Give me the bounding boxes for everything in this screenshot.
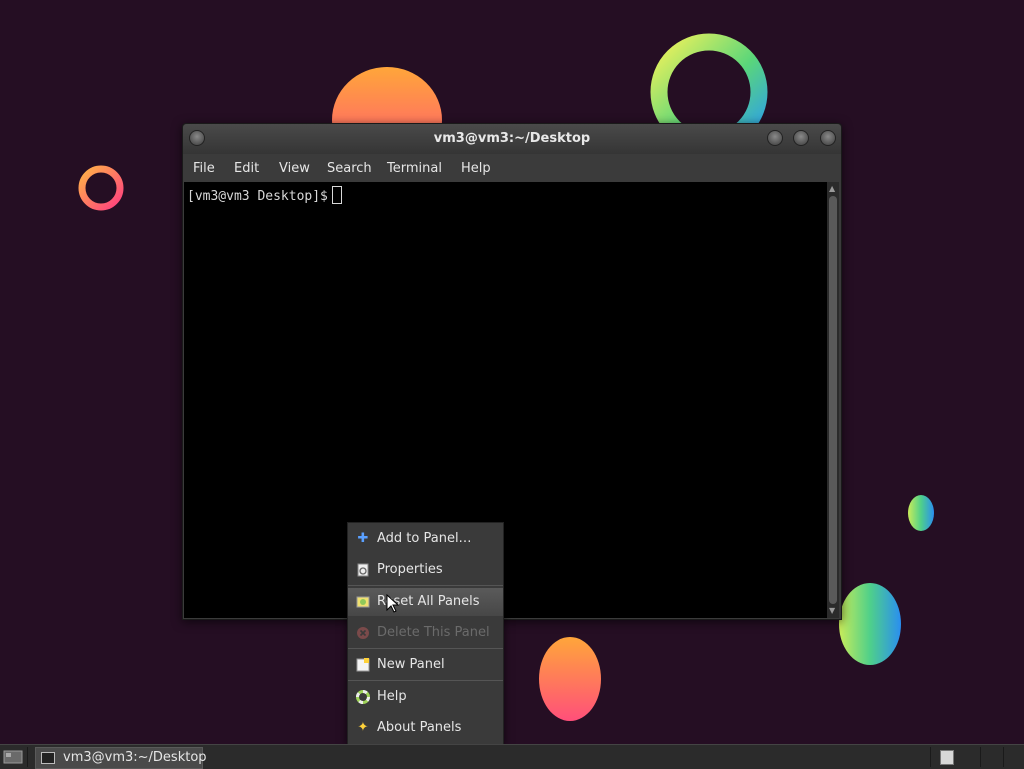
terminal-prompt: [vm3@vm3 Desktop]$ [187, 186, 342, 204]
small-blob-shape [908, 495, 934, 531]
menu-item-label: Delete This Panel [377, 625, 490, 640]
menu-view[interactable]: View [279, 161, 310, 176]
menu-item-add-to-panel[interactable]: ✚ Add to Panel… [348, 525, 503, 553]
menu-separator [348, 680, 503, 681]
menu-item-label: About Panels [377, 720, 462, 735]
close-button[interactable] [820, 130, 836, 146]
terminal-icon [41, 752, 55, 764]
prompt-text: [vm3@vm3 Desktop]$ [187, 189, 328, 204]
menu-item-help[interactable]: Help [348, 683, 503, 711]
text-cursor [331, 186, 342, 204]
new-panel-icon [356, 658, 370, 672]
workspace-switcher-icon[interactable] [940, 750, 954, 765]
scroll-up-arrow-icon[interactable]: ▲ [829, 184, 835, 193]
reset-panels-icon [356, 595, 370, 609]
menu-separator [348, 585, 503, 586]
small-ring-shape [78, 165, 124, 211]
menu-item-label: Add to Panel… [377, 531, 472, 546]
maximize-button[interactable] [793, 130, 809, 146]
menu-help[interactable]: Help [461, 161, 491, 176]
menu-item-label: Help [377, 689, 407, 704]
scroll-down-arrow-icon[interactable]: ▼ [829, 606, 835, 615]
menu-terminal[interactable]: Terminal [387, 161, 442, 176]
panel-context-menu: ✚ Add to Panel… Properties Reset All Pan… [347, 522, 504, 745]
taskbar-window-label: vm3@vm3:~/Desktop [63, 750, 207, 765]
mouse-pointer-icon [386, 594, 400, 613]
menu-item-delete-this-panel: Delete This Panel [348, 619, 503, 647]
window-title: vm3@vm3:~/Desktop [433, 131, 591, 146]
window-titlebar[interactable]: vm3@vm3:~/Desktop [183, 124, 841, 154]
bottom-panel[interactable]: vm3@vm3:~/Desktop [0, 744, 1024, 769]
properties-icon [356, 563, 370, 577]
panel-separator [980, 747, 981, 767]
menu-item-new-panel[interactable]: New Panel [348, 651, 503, 679]
menu-item-properties[interactable]: Properties [348, 556, 503, 584]
menu-item-about-panels[interactable]: ✦ About Panels [348, 714, 503, 742]
plus-icon: ✚ [357, 531, 369, 546]
menu-item-label: New Panel [377, 657, 445, 672]
menu-search[interactable]: Search [327, 161, 372, 176]
terminal-window[interactable]: vm3@vm3:~/Desktop File Edit View Search … [182, 123, 842, 620]
star-icon: ✦ [357, 720, 369, 735]
menu-bar: File Edit View Search Terminal Help [183, 154, 841, 182]
delete-icon [356, 626, 370, 640]
menu-item-label: Properties [377, 562, 443, 577]
menu-item-reset-all-panels[interactable]: Reset All Panels [348, 588, 503, 616]
minimize-button[interactable] [767, 130, 783, 146]
show-desktop-icon[interactable] [3, 749, 23, 765]
panel-separator [27, 747, 28, 767]
menu-separator [348, 648, 503, 649]
taskbar-window-button[interactable]: vm3@vm3:~/Desktop [35, 747, 207, 769]
vertical-scrollbar[interactable]: ▲ ▼ [827, 182, 839, 618]
help-lifebuoy-icon [356, 690, 370, 704]
panel-separator [930, 747, 931, 767]
blue-green-blob-shape [839, 583, 901, 665]
menu-file[interactable]: File [193, 161, 215, 176]
scrollbar-thumb[interactable] [829, 196, 837, 604]
bottom-orange-blob-shape [539, 637, 601, 721]
menu-edit[interactable]: Edit [234, 161, 259, 176]
terminal-output[interactable]: [vm3@vm3 Desktop]$ [184, 182, 827, 618]
panel-separator [1003, 747, 1004, 767]
